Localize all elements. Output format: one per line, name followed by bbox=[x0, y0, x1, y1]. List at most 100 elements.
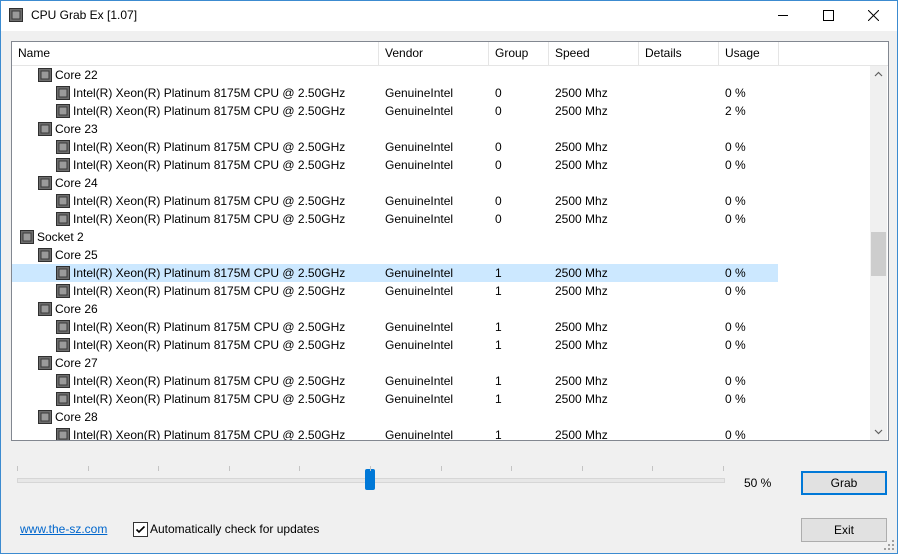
row-vendor: GenuineIntel bbox=[385, 284, 454, 298]
core-row[interactable]: Core 27 bbox=[12, 354, 778, 372]
scroll-up-button[interactable] bbox=[870, 66, 887, 83]
cpu-row[interactable]: Intel(R) Xeon(R) Platinum 8175M CPU @ 2.… bbox=[12, 138, 778, 156]
row-name: Intel(R) Xeon(R) Platinum 8175M CPU @ 2.… bbox=[73, 338, 346, 352]
exit-button[interactable]: Exit bbox=[801, 518, 887, 542]
core-row[interactable]: Core 22 bbox=[12, 66, 778, 84]
core-row[interactable]: Core 23 bbox=[12, 120, 778, 138]
cpu-row[interactable]: Intel(R) Xeon(R) Platinum 8175M CPU @ 2.… bbox=[12, 210, 778, 228]
cpu-row[interactable]: Intel(R) Xeon(R) Platinum 8175M CPU @ 2.… bbox=[12, 192, 778, 210]
chevron-down-icon bbox=[874, 429, 883, 435]
slider-tick bbox=[441, 466, 442, 471]
column-header-usage[interactable]: Usage bbox=[719, 42, 779, 65]
column-header-group[interactable]: Group bbox=[489, 42, 549, 65]
cpu-chip-icon bbox=[56, 320, 70, 334]
maximize-button[interactable] bbox=[806, 1, 851, 31]
row-speed: 2500 Mhz bbox=[555, 194, 608, 208]
cpu-chip-icon bbox=[56, 194, 70, 208]
grab-amount-slider[interactable] bbox=[17, 463, 727, 499]
slider-thumb[interactable] bbox=[365, 469, 375, 490]
core-row[interactable]: Core 25 bbox=[12, 246, 778, 264]
cpu-chip-icon bbox=[56, 374, 70, 388]
row-speed: 2500 Mhz bbox=[555, 86, 608, 100]
cpu-row[interactable]: Intel(R) Xeon(R) Platinum 8175M CPU @ 2.… bbox=[12, 102, 778, 120]
row-vendor: GenuineIntel bbox=[385, 374, 454, 388]
row-name: Core 24 bbox=[55, 176, 98, 190]
cpu-tree-list[interactable]: Name Vendor Group Speed Details Usage Co… bbox=[11, 41, 889, 441]
column-header-vendor[interactable]: Vendor bbox=[379, 42, 489, 65]
row-name: Core 27 bbox=[55, 356, 98, 370]
row-speed: 2500 Mhz bbox=[555, 392, 608, 406]
minimize-button[interactable] bbox=[761, 1, 806, 31]
row-group: 0 bbox=[495, 212, 502, 226]
title-bar[interactable]: CPU Grab Ex [1.07] bbox=[1, 1, 897, 31]
slider-tick bbox=[723, 466, 724, 471]
row-name: Intel(R) Xeon(R) Platinum 8175M CPU @ 2.… bbox=[73, 212, 346, 226]
row-name: Intel(R) Xeon(R) Platinum 8175M CPU @ 2.… bbox=[73, 140, 346, 154]
grab-button[interactable]: Grab bbox=[801, 471, 887, 495]
cpu-row[interactable]: Intel(R) Xeon(R) Platinum 8175M CPU @ 2.… bbox=[12, 156, 778, 174]
row-name: Core 23 bbox=[55, 122, 98, 136]
row-name: Intel(R) Xeon(R) Platinum 8175M CPU @ 2.… bbox=[73, 86, 346, 100]
slider-tick bbox=[158, 466, 159, 471]
cpu-row[interactable]: Intel(R) Xeon(R) Platinum 8175M CPU @ 2.… bbox=[12, 282, 778, 300]
cpu-row[interactable]: Intel(R) Xeon(R) Platinum 8175M CPU @ 2.… bbox=[12, 372, 778, 390]
core-row[interactable]: Core 26 bbox=[12, 300, 778, 318]
row-vendor: GenuineIntel bbox=[385, 392, 454, 406]
row-group: 0 bbox=[495, 86, 502, 100]
cpu-chip-icon bbox=[38, 302, 52, 316]
row-group: 1 bbox=[495, 320, 502, 334]
row-name: Intel(R) Xeon(R) Platinum 8175M CPU @ 2.… bbox=[73, 284, 346, 298]
app-window: CPU Grab Ex [1.07] Name Vendor Group Spe… bbox=[0, 0, 898, 554]
row-name: Intel(R) Xeon(R) Platinum 8175M CPU @ 2.… bbox=[73, 374, 346, 388]
row-vendor: GenuineIntel bbox=[385, 266, 454, 280]
cpu-chip-icon bbox=[56, 212, 70, 226]
auto-update-label: Automatically check for updates bbox=[150, 522, 320, 536]
row-usage: 0 % bbox=[725, 158, 746, 172]
scroll-thumb[interactable] bbox=[871, 232, 886, 276]
row-speed: 2500 Mhz bbox=[555, 428, 608, 440]
column-header-speed[interactable]: Speed bbox=[549, 42, 639, 65]
core-row[interactable]: Core 28 bbox=[12, 408, 778, 426]
vertical-scrollbar[interactable] bbox=[870, 66, 887, 440]
row-vendor: GenuineIntel bbox=[385, 158, 454, 172]
cpu-row[interactable]: Intel(R) Xeon(R) Platinum 8175M CPU @ 2.… bbox=[12, 390, 778, 408]
row-usage: 0 % bbox=[725, 338, 746, 352]
cpu-chip-icon bbox=[38, 68, 52, 82]
cpu-row[interactable]: Intel(R) Xeon(R) Platinum 8175M CPU @ 2.… bbox=[12, 336, 778, 354]
row-vendor: GenuineIntel bbox=[385, 320, 454, 334]
cpu-chip-icon bbox=[56, 86, 70, 100]
column-header-name[interactable]: Name bbox=[12, 42, 379, 65]
cpu-row[interactable]: Intel(R) Xeon(R) Platinum 8175M CPU @ 2.… bbox=[12, 318, 778, 336]
auto-update-checkbox[interactable] bbox=[133, 522, 148, 537]
website-link[interactable]: www.the-sz.com bbox=[20, 522, 107, 536]
slider-tick bbox=[582, 466, 583, 471]
slider-tick bbox=[88, 466, 89, 471]
close-button[interactable] bbox=[851, 1, 896, 31]
row-group: 1 bbox=[495, 266, 502, 280]
slider-tick bbox=[652, 466, 653, 471]
cpu-chip-icon bbox=[38, 356, 52, 370]
row-name: Intel(R) Xeon(R) Platinum 8175M CPU @ 2.… bbox=[73, 320, 346, 334]
row-usage: 0 % bbox=[725, 320, 746, 334]
close-icon bbox=[868, 10, 879, 21]
row-name: Intel(R) Xeon(R) Platinum 8175M CPU @ 2.… bbox=[73, 194, 346, 208]
row-speed: 2500 Mhz bbox=[555, 338, 608, 352]
row-speed: 2500 Mhz bbox=[555, 158, 608, 172]
cpu-chip-icon bbox=[9, 8, 23, 22]
slider-tick bbox=[229, 466, 230, 471]
row-group: 1 bbox=[495, 392, 502, 406]
core-row[interactable]: Core 24 bbox=[12, 174, 778, 192]
column-header-details[interactable]: Details bbox=[639, 42, 719, 65]
row-name: Core 28 bbox=[55, 410, 98, 424]
cpu-row[interactable]: Intel(R) Xeon(R) Platinum 8175M CPU @ 2.… bbox=[12, 84, 778, 102]
scroll-down-button[interactable] bbox=[870, 423, 887, 440]
socket-row[interactable]: Socket 2 bbox=[12, 228, 778, 246]
row-usage: 0 % bbox=[725, 428, 746, 440]
cpu-row[interactable]: Intel(R) Xeon(R) Platinum 8175M CPU @ 2.… bbox=[12, 264, 778, 282]
cpu-row[interactable]: Intel(R) Xeon(R) Platinum 8175M CPU @ 2.… bbox=[12, 426, 778, 440]
row-name: Intel(R) Xeon(R) Platinum 8175M CPU @ 2.… bbox=[73, 104, 346, 118]
row-usage: 0 % bbox=[725, 212, 746, 226]
resize-grip-icon[interactable] bbox=[884, 540, 894, 550]
row-group: 1 bbox=[495, 338, 502, 352]
cpu-chip-icon bbox=[56, 284, 70, 298]
